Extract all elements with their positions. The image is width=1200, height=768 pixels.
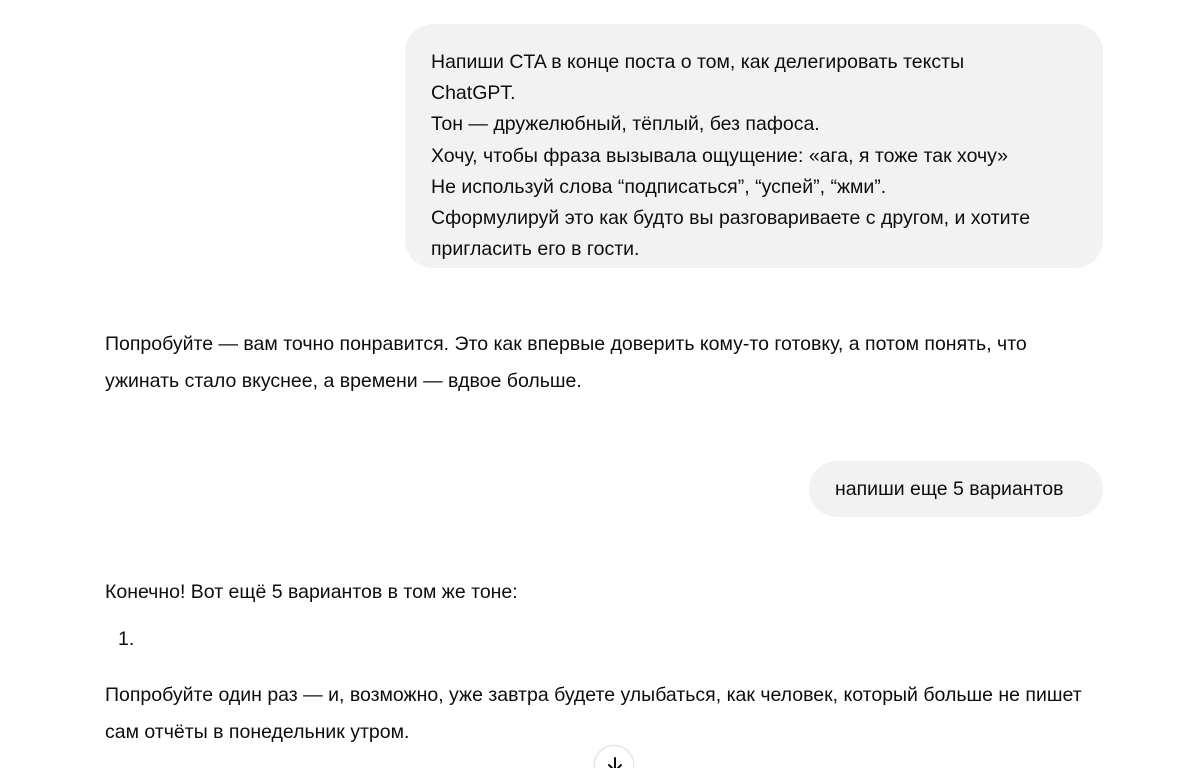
user-message-line: Напиши CTA в конце поста о том, как деле… — [431, 51, 965, 73]
user-message-line: Хочу, чтобы фраза вызывала ощущение: «аг… — [431, 144, 1008, 167]
user-message-line: Тон — дружелюбный, тёплый, без пафоса. — [431, 113, 820, 136]
user-message-line: ChatGPT. — [431, 82, 516, 105]
list-item-number: 1. — [118, 628, 135, 650]
arrow-down-icon — [608, 757, 622, 768]
list-item-text: Попробуйте один раз — и, возможно, уже з… — [105, 684, 1082, 743]
assistant-message-intro: Конечно! Вот ещё 5 вариантов в том же то… — [105, 581, 518, 603]
assistant-message: Попробуйте — вам точно понравится. Это к… — [105, 333, 1027, 392]
user-message-line: Сформулируй это как будто вы разговарива… — [431, 207, 1031, 230]
user-message-bubble: напиши еще 5 вариантов — [809, 461, 1103, 517]
user-message-line: Не используй слова “подписаться”, “успей… — [431, 175, 887, 198]
user-message-line: пригласить его в гости. — [431, 238, 640, 261]
user-message-bubble: Напиши CTA в конце поста о том, как деле… — [405, 24, 1103, 268]
chat-page: Напиши CTA в конце поста о том, как деле… — [0, 0, 1200, 768]
